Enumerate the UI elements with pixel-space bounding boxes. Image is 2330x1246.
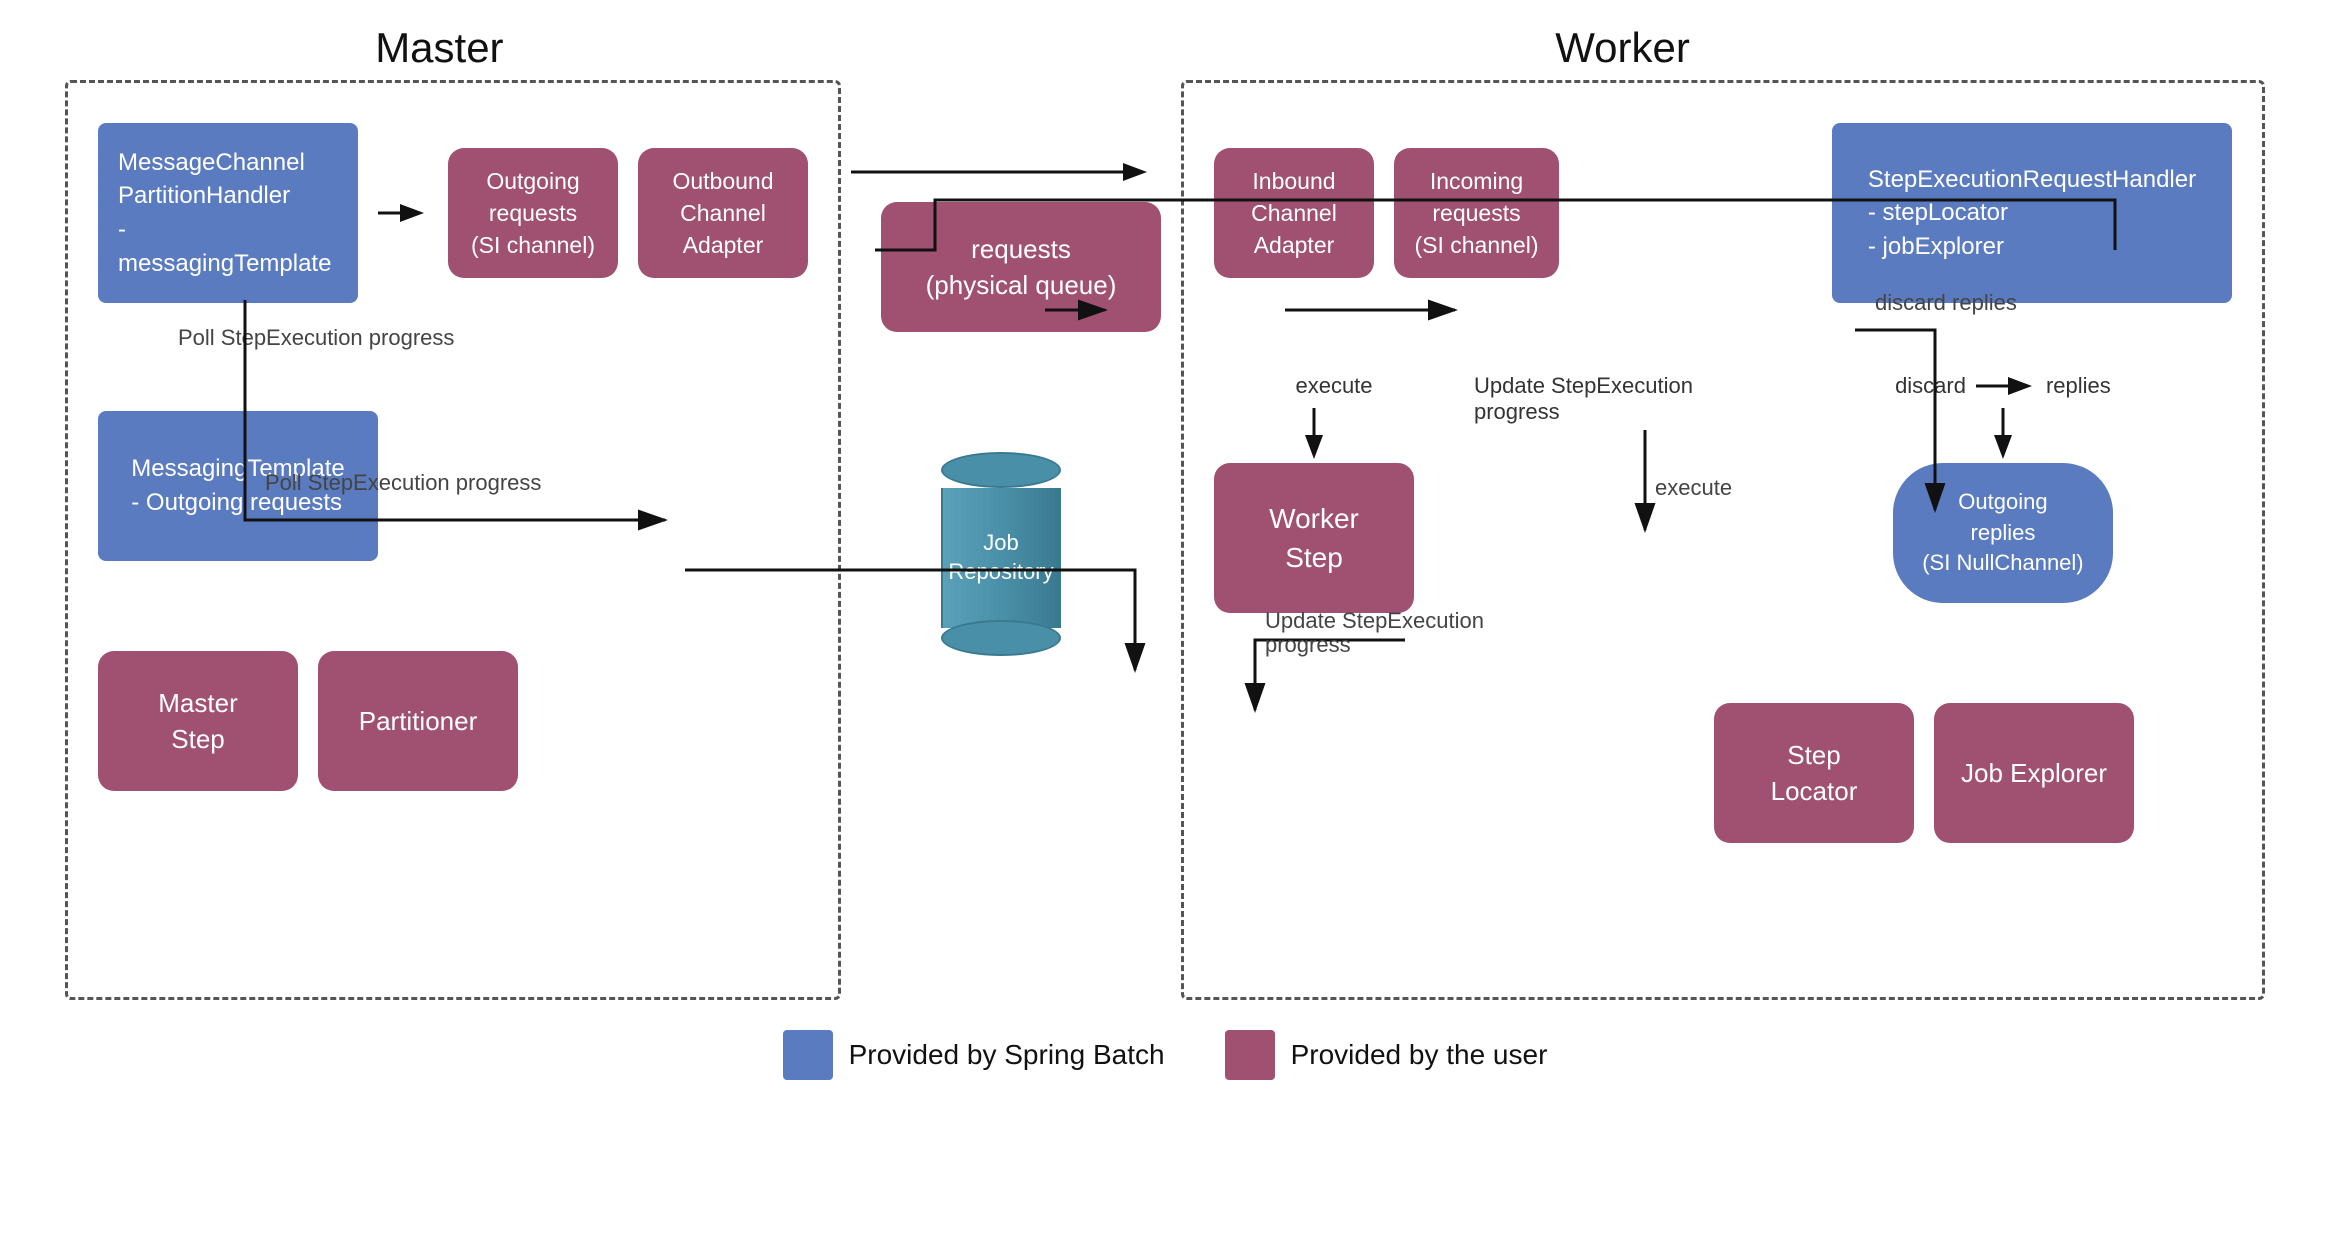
replies-label: replies [2046,373,2111,399]
outbound-channel-adapter-label: Outbound Channel Adapter [672,165,773,262]
master-top-row: MessageChannel PartitionHandler - messag… [98,123,808,303]
discard-area: discard replies [1893,373,2113,603]
requests-box: requests (physical queue) [881,202,1161,332]
legend: Provided by Spring Batch Provided by the… [783,1030,1548,1080]
discard-label-row: discard replies [1895,373,2111,399]
cylinder-body: Job Repository [941,488,1061,628]
legend-spring-batch: Provided by Spring Batch [783,1030,1165,1080]
sections-wrapper: MessageChannel PartitionHandler - messag… [65,72,2265,1000]
legend-spring-batch-label: Provided by Spring Batch [849,1039,1165,1071]
poll-label-area: Poll StepExecution progress [98,333,808,351]
step-locator-label: Step Locator [1771,737,1858,810]
worker-title: Worker [1555,24,1690,71]
message-channel-box: MessageChannel PartitionHandler - messag… [98,123,358,303]
discard-label: discard [1895,373,1966,399]
master-mid-row: MessagingTemplate - Outgoing requests [98,411,808,561]
arrow-to-replies [1983,403,2023,463]
job-repo-area: Job Repository [841,452,1161,656]
arrow-execute [1224,403,1404,463]
outgoing-requests-box: Outgoing requests (SI channel) [448,148,618,278]
worker-inner: Inbound Channel Adapter Incoming request… [1214,123,2232,843]
legend-user: Provided by the user [1225,1030,1548,1080]
master-step-box: Master Step [98,651,298,791]
title-gap [814,24,980,72]
poll-label: Poll StepExecution progress [178,325,454,351]
outgoing-requests-label: Outgoing requests (SI channel) [471,165,595,262]
top-arrow-area [841,152,1161,192]
worker-mid-row: execute Worker Step Update StepExecution… [1214,373,2232,613]
master-box: MessageChannel PartitionHandler - messag… [65,80,841,1000]
step-execution-handler-label: StepExecutionRequestHandler - stepLocato… [1868,163,2196,264]
update-area: Update StepExecution progress [1474,373,1693,505]
arrow-discard-down [1976,376,2036,396]
messaging-template-box: MessagingTemplate - Outgoing requests [98,411,378,561]
legend-user-label: Provided by the user [1291,1039,1548,1071]
partitioner-box: Partitioner [318,651,518,791]
legend-blue-box [783,1030,833,1080]
execute-area: execute Worker Step [1214,373,1414,613]
incoming-requests-label: Incoming requests (SI channel) [1414,165,1538,262]
messaging-template-label: MessagingTemplate - Outgoing requests [131,452,344,519]
inbound-channel-adapter-box: Inbound Channel Adapter [1214,148,1374,278]
cylinder-top [941,452,1061,488]
outbound-channel-adapter-box: Outbound Channel Adapter [638,148,808,278]
worker-title-area: Worker [980,24,2265,72]
update-label: Update StepExecution progress [1474,373,1693,425]
master-title: Master [375,24,503,71]
title-row: Master Worker [65,24,2265,72]
gap-area: requests (physical queue) Job Repository [841,72,1161,1000]
arrow-msg-to-outgoing [378,198,428,228]
outgoing-replies-box: Outgoing replies (SI NullChannel) [1893,463,2113,603]
job-repository-cylinder: Job Repository [941,452,1061,656]
master-inner: MessageChannel PartitionHandler - messag… [98,123,808,791]
inbound-channel-adapter-label: Inbound Channel Adapter [1251,165,1337,262]
requests-label: requests (physical queue) [926,231,1117,304]
master-title-area: Master [65,24,814,72]
master-bottom-row: Master Step Partitioner [98,651,808,791]
job-repository-label: Job Repository [948,529,1053,586]
worker-step-box: Worker Step [1214,463,1414,613]
job-explorer-box: Job Explorer [1934,703,2134,843]
job-explorer-label: Job Explorer [1961,755,2107,791]
incoming-requests-box: Incoming requests (SI channel) [1394,148,1559,278]
outgoing-replies-label: Outgoing replies (SI NullChannel) [1922,487,2083,579]
worker-top-row: Inbound Channel Adapter Incoming request… [1214,123,2232,303]
step-execution-handler-box: StepExecutionRequestHandler - stepLocato… [1832,123,2232,303]
legend-mauve-box [1225,1030,1275,1080]
diagram-container: Master Worker MessageChannel PartitionHa… [0,0,2330,1246]
worker-box: Inbound Channel Adapter Incoming request… [1181,80,2265,1000]
execute-label: execute [1295,373,1372,399]
cylinder-bottom [941,620,1061,656]
worker-bottom-row: Step Locator Job Explorer [1714,703,2232,843]
message-channel-label: MessageChannel PartitionHandler - messag… [118,146,338,280]
arrow-to-requests [841,152,1161,192]
step-locator-box: Step Locator [1714,703,1914,843]
partitioner-label: Partitioner [359,703,478,739]
worker-step-label: Worker Step [1269,499,1359,577]
master-step-label: Master Step [158,685,237,758]
